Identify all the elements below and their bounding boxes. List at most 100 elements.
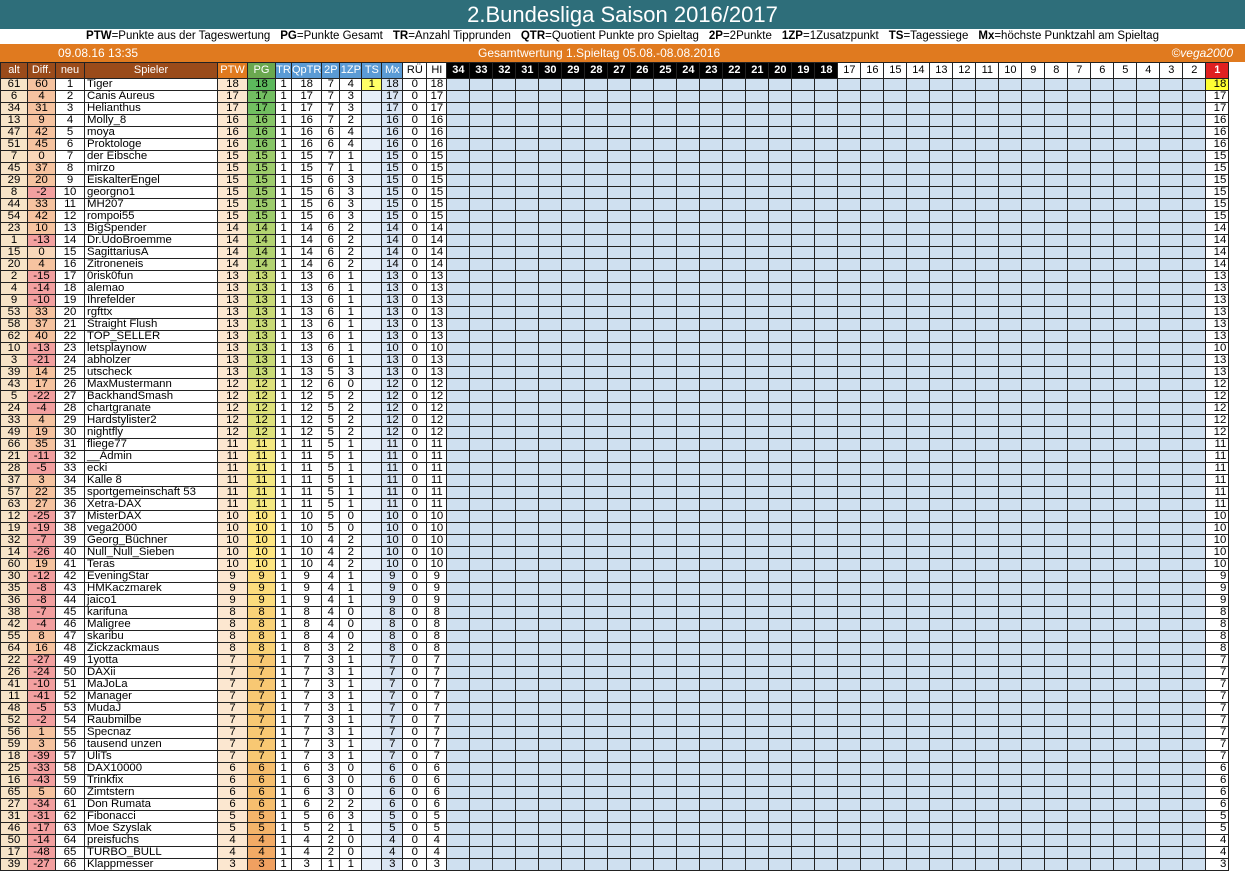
table-row[interactable]: 63 27 36 Xetra-DAX 11 11 1 11 5 1 11 0 11 11	[0, 498, 1230, 511]
table-row[interactable]: 52 -2 54 Raubmilbe 7 7 1 7 3 1 7 0 7 7	[0, 714, 1230, 727]
table-row[interactable]: 29 20 9 EiskalterEngel 15 15 1 15 6 3 15 0 15 15	[0, 174, 1230, 187]
table-row[interactable]: 13 9 4 Molly_8 16 16 1 16 7 2 16 0 16 16	[0, 114, 1230, 127]
table-row[interactable]: 61 60 1 Tiger 18 18 1 18 7 4 1 18 0 18 18	[0, 78, 1230, 91]
col-1zp[interactable]: 1ZP	[339, 62, 363, 79]
table-row[interactable]: 60 19 41 Teras 10 10 1 10 4 2 10 0 10 10	[0, 558, 1230, 571]
table-row[interactable]: 15 0 15 SagittariusA 14 14 1 14 6 2 14 0 14 14	[0, 246, 1230, 259]
table-row[interactable]: 36 -8 44 jaico1 9 9 1 9 4 1 9 0 9 9	[0, 594, 1230, 607]
table-row[interactable]: 43 17 26 MaxMustermann 12 12 1 12 6 0 12 0 12 12	[0, 378, 1230, 391]
table-row[interactable]: 47 42 5 moya 16 16 1 16 6 4 16 0 16 16	[0, 126, 1230, 139]
table-row[interactable]: 33 4 29 Hardstylister2 12 12 1 12 5 2 12 0 12 12	[0, 414, 1230, 427]
table-row[interactable]: 14 -26 40 Null_Null_Sieben 10 10 1 10 4 2 10 0 10 10	[0, 546, 1230, 559]
table-row[interactable]: 24 -4 28 chartgranate 12 12 1 12 5 2 12 0 12 12	[0, 402, 1230, 415]
col-rue[interactable]: RÜ	[402, 62, 428, 79]
table-row[interactable]: 39 -27 66 Klappmesser 3 3 1 3 1 1 3 0 3 3	[0, 858, 1230, 871]
col-day-20[interactable]: 20	[768, 62, 793, 79]
table-row[interactable]: 23 10 13 BigSpender 14 14 1 14 6 2 14 0 14 14	[0, 222, 1230, 235]
table-row[interactable]: 8 -2 10 georgno1 15 15 1 15 6 3 15 0 15 15	[0, 186, 1230, 199]
col-day-14[interactable]: 14	[906, 62, 931, 79]
table-row[interactable]: 64 16 48 Zickzackmaus 8 8 1 8 3 2 8 0 8 8	[0, 642, 1230, 655]
col-day-24[interactable]: 24	[676, 62, 701, 79]
col-hi[interactable]: HI	[426, 62, 448, 79]
col-day-15[interactable]: 15	[883, 62, 908, 79]
col-day-3[interactable]: 3	[1159, 62, 1184, 79]
table-row[interactable]: 22 -27 49 1yotta 7 7 1 7 3 1 7 0 7 7	[0, 654, 1230, 667]
table-row[interactable]: 1 -13 14 Dr.UdoBroemme 14 14 1 14 6 2 14 0 14 14	[0, 234, 1230, 247]
table-row[interactable]: 9 -10 19 Ihrefelder 13 13 1 13 6 1 13 0 13 13	[0, 294, 1230, 307]
table-row[interactable]: 21 -11 32 __Admin 11 11 1 11 5 1 11 0 11 11	[0, 450, 1230, 463]
col-alt[interactable]: alt	[0, 62, 28, 79]
col-day-31[interactable]: 31	[515, 62, 540, 79]
col-day-2[interactable]: 2	[1182, 62, 1207, 79]
table-row[interactable]: 57 22 35 sportgemeinschaft 53 11 11 1 11 5 1 11 0 11…	[0, 486, 1230, 499]
table-row[interactable]: 3 -21 24 abholzer 13 13 1 13 6 1 13 0 13 13	[0, 354, 1230, 367]
col-day-13[interactable]: 13	[929, 62, 954, 79]
table-row[interactable]: 10 -13 23 letsplaynow 13 13 1 13 6 1 10 0 10 10	[0, 342, 1230, 355]
table-row[interactable]: 51 45 6 Proktologe 16 16 1 16 6 4 16 0 16 16	[0, 138, 1230, 151]
table-row[interactable]: 42 -4 46 Maligree 8 8 1 8 4 0 8 0 8 8	[0, 618, 1230, 631]
table-row[interactable]: 6 4 2 Canis Aureus 17 17 1 17 7 3 17 0 17 17	[0, 90, 1230, 103]
col-day-16[interactable]: 16	[860, 62, 885, 79]
table-row[interactable]: 49 19 30 nightfly 12 12 1 12 5 2 12 0 12 12	[0, 426, 1230, 439]
col-day-30[interactable]: 30	[538, 62, 563, 79]
col-tr[interactable]: TR	[275, 62, 292, 79]
col-day-27[interactable]: 27	[607, 62, 632, 79]
table-row[interactable]: 53 33 20 rgfttx 13 13 1 13 6 1 13 0 13 13	[0, 306, 1230, 319]
table-row[interactable]: 2 -15 17 0risk0fun 13 13 1 13 6 1 13 0 13 13	[0, 270, 1230, 283]
table-row[interactable]: 12 -25 37 MisterDAX 10 10 1 10 5 0 10 0 10 10	[0, 510, 1230, 523]
col-day-17[interactable]: 17	[837, 62, 862, 79]
table-row[interactable]: 58 37 21 Straight Flush 13 13 1 13 6 1 13 0 13 13	[0, 318, 1230, 331]
col-day-6[interactable]: 6	[1090, 62, 1115, 79]
col-day-5[interactable]: 5	[1113, 62, 1138, 79]
col-day-25[interactable]: 25	[653, 62, 678, 79]
col-day-9[interactable]: 9	[1021, 62, 1046, 79]
table-row[interactable]: 4 -14 18 alemao 13 13 1 13 6 1 13 0 13 13	[0, 282, 1230, 295]
table-row[interactable]: 45 37 8 mirzo 15 15 1 15 7 1 15 0 15 15	[0, 162, 1230, 175]
table-row[interactable]: 62 40 22 TOP_SELLER 13 13 1 13 6 1 13 0 13 13	[0, 330, 1230, 343]
table-row[interactable]: 37 3 34 Kalle 8 11 11 1 11 5 1 11 0 11 11	[0, 474, 1230, 487]
col-day-18[interactable]: 18	[814, 62, 839, 79]
col-neu[interactable]: neu	[55, 62, 85, 79]
table-row[interactable]: 32 -7 39 Georg_Büchner 10 10 1 10 4 2 10 0 10 10	[0, 534, 1230, 547]
table-row[interactable]: 41 -10 51 MaJoLa 7 7 1 7 3 1 7 0 7 7	[0, 678, 1230, 691]
col-diff[interactable]: Diff.	[27, 62, 56, 79]
col-pg[interactable]: PG	[247, 62, 276, 79]
table-row[interactable]: 31 -31 62 Fibonacci 5 5 1 5 6 3 5 0 5 5	[0, 810, 1230, 823]
table-row[interactable]: 7 0 7 der Eibsche 15 15 1 15 7 1 15 0 15 15	[0, 150, 1230, 163]
table-row[interactable]: 65 5 60 Zimtstern 6 6 1 6 3 0 6 0 6 6	[0, 786, 1230, 799]
table-row[interactable]: 27 -34 61 Don Rumata 6 6 1 6 2 2 6 0 6 6	[0, 798, 1230, 811]
table-row[interactable]: 16 -43 59 Trinkfix 6 6 1 6 3 0 6 0 6 6	[0, 774, 1230, 787]
col-day-29[interactable]: 29	[561, 62, 586, 79]
table-row[interactable]: 44 33 11 MH207 15 15 1 15 6 3 15 0 15 15	[0, 198, 1230, 211]
table-row[interactable]: 17 -48 65 TURBO_BULL 4 4 1 4 2 0 4 0 4 4	[0, 846, 1230, 859]
table-row[interactable]: 5 -22 27 BackhandSmash 12 12 1 12 5 2 12 0 12 12	[0, 390, 1230, 403]
table-row[interactable]: 18 -39 57 UliTs 7 7 1 7 3 1 7 0 7 7	[0, 750, 1230, 763]
col-day-8[interactable]: 8	[1044, 62, 1069, 79]
col-ts[interactable]: TS	[361, 62, 383, 79]
table-row[interactable]: 19 -19 38 vega2000 10 10 1 10 5 0 10 0 10 10	[0, 522, 1230, 535]
table-row[interactable]: 56 1 55 Specnaz 7 7 1 7 3 1 7 0 7 7	[0, 726, 1230, 739]
col-day-4[interactable]: 4	[1136, 62, 1161, 79]
table-row[interactable]: 50 -14 64 preisfuchs 4 4 1 4 2 0 4 0 4 4	[0, 834, 1230, 847]
table-row[interactable]: 34 31 3 Helianthus 17 17 1 17 7 3 17 0 17 17	[0, 102, 1230, 115]
col-day-7[interactable]: 7	[1067, 62, 1092, 79]
col-mx[interactable]: Mx	[381, 62, 404, 79]
table-row[interactable]: 48 -5 53 MudaJ 7 7 1 7 3 1 7 0 7 7	[0, 702, 1230, 715]
col-day-19[interactable]: 19	[791, 62, 816, 79]
table-row[interactable]: 46 -17 63 Moe Szyslak 5 5 1 5 2 1 5 0 5 5	[0, 822, 1230, 835]
col-qptr[interactable]: QpTR	[290, 62, 323, 79]
col-day-34[interactable]: 34	[446, 62, 471, 79]
table-row[interactable]: 38 -7 45 karifuna 8 8 1 8 4 0 8 0 8 8	[0, 606, 1230, 619]
col-day-10[interactable]: 10	[998, 62, 1023, 79]
table-row[interactable]: 11 -41 52 Manager 7 7 1 7 3 1 7 0 7 7	[0, 690, 1230, 703]
col-day-28[interactable]: 28	[584, 62, 609, 79]
table-row[interactable]: 39 14 25 utscheck 13 13 1 13 5 3 13 0 13 13	[0, 366, 1230, 379]
col-day-26[interactable]: 26	[630, 62, 655, 79]
table-row[interactable]: 54 42 12 rompoi55 15 15 1 15 6 3 15 0 15 15	[0, 210, 1230, 223]
table-row[interactable]: 26 -24 50 DAXii 7 7 1 7 3 1 7 0 7 7	[0, 666, 1230, 679]
col-day-23[interactable]: 23	[699, 62, 724, 79]
table-row[interactable]: 66 35 31 fliege77 11 11 1 11 5 1 11 0 11 11	[0, 438, 1230, 451]
col-day-1[interactable]: 1	[1205, 62, 1230, 79]
col-day-12[interactable]: 12	[952, 62, 977, 79]
col-day-33[interactable]: 33	[469, 62, 494, 79]
